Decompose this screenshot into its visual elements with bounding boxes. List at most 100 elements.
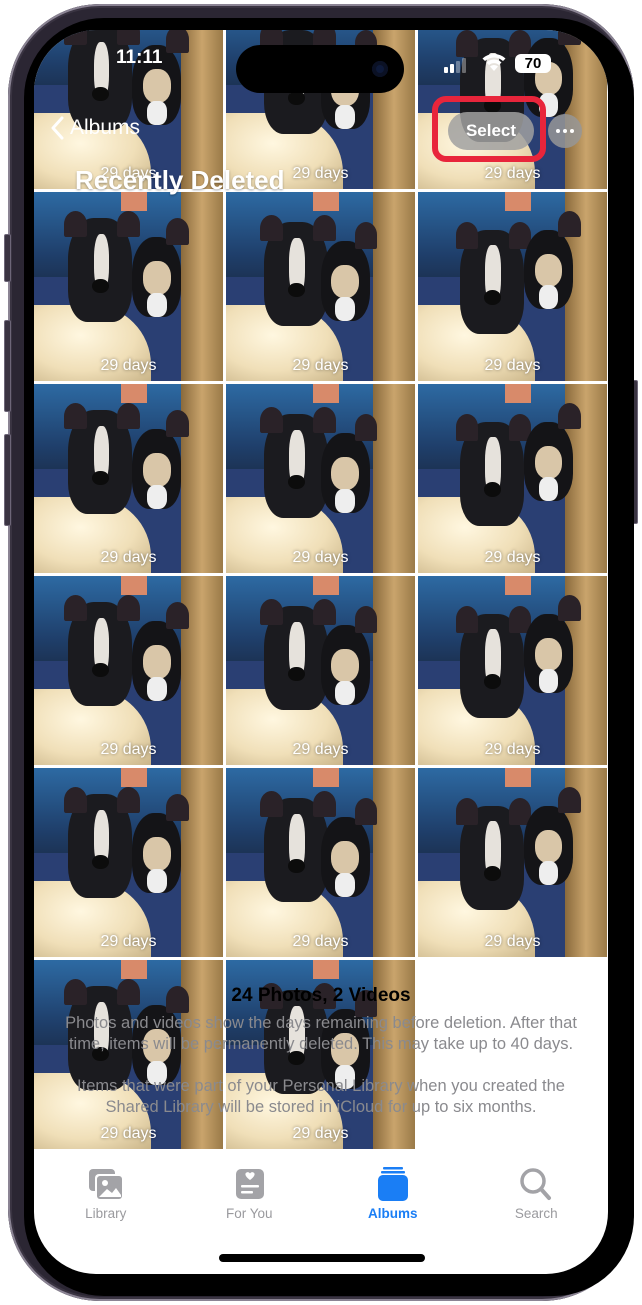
dog-ear	[117, 210, 140, 238]
photo-art	[504, 384, 532, 403]
dog-photo	[226, 576, 415, 765]
photo-tile[interactable]: 29 days	[418, 192, 607, 381]
dog-photo	[418, 384, 607, 573]
photo-post	[373, 576, 415, 765]
album-info: 24 Photos, 2 Videos Photos and videos sh…	[34, 985, 608, 1118]
dog-chest	[538, 285, 559, 310]
dog-ear	[455, 222, 479, 249]
dog-ear	[260, 214, 283, 242]
dog-ear	[260, 406, 283, 434]
photo-art	[504, 768, 532, 787]
photo-stack-icon	[88, 1169, 123, 1200]
photo-tile[interactable]: 29 days	[226, 576, 415, 765]
dog-ear	[312, 214, 336, 242]
chevron-left-icon	[51, 116, 64, 140]
photo-art	[312, 384, 340, 403]
photo-tile[interactable]: 29 days	[34, 384, 223, 573]
days-remaining: 29 days	[100, 357, 157, 374]
tab-label: Albums	[367, 1206, 418, 1221]
days-remaining: 29 days	[100, 741, 157, 758]
photo-tile[interactable]: 29 days	[418, 384, 607, 573]
photo-tile[interactable]: 29 days	[34, 576, 223, 765]
days-remaining: 29 days	[484, 549, 541, 566]
days-remaining: 29 days	[484, 741, 541, 758]
photo-tile[interactable]: 29 days	[418, 768, 607, 957]
back-label: Albums	[70, 116, 141, 139]
tab-bar: Library For You Albums Search	[34, 1166, 608, 1226]
dog-photo	[34, 768, 223, 957]
dog-chest	[538, 93, 559, 118]
camera-icon	[372, 61, 388, 77]
photo-art	[120, 768, 148, 787]
for-you-icon	[236, 1169, 265, 1199]
tab-search[interactable]: Search	[465, 1166, 609, 1226]
dog-ear	[557, 30, 581, 46]
dog-photo	[34, 192, 223, 381]
dog-ear	[64, 594, 87, 622]
photo-tile[interactable]: 29 days	[226, 768, 415, 957]
dog-ear	[117, 402, 140, 430]
dog-ear	[117, 594, 140, 622]
tab-label: Library	[85, 1206, 127, 1221]
dog-ear	[354, 414, 378, 441]
photo-post	[181, 384, 223, 573]
photo-post	[181, 768, 223, 957]
photo-art	[504, 576, 532, 595]
shared-library-info: Items that were part of your Personal Li…	[77, 1077, 565, 1116]
more-button[interactable]	[548, 114, 582, 148]
dog-ear	[557, 210, 581, 238]
dog-nose	[483, 866, 501, 881]
photo-dog	[132, 237, 182, 317]
ellipsis-icon	[556, 129, 560, 133]
dynamic-island	[236, 45, 404, 93]
photo-tile[interactable]: 29 days	[226, 384, 415, 573]
photo-tile[interactable]: 29 days	[418, 30, 607, 189]
days-remaining: 29 days	[484, 933, 541, 950]
photo-dog	[320, 817, 370, 897]
dog-face	[534, 445, 563, 479]
photo-dog	[523, 37, 573, 118]
photo-tile[interactable]: 29 days	[34, 192, 223, 381]
dog-ear	[64, 210, 87, 238]
dog-ear	[64, 30, 87, 46]
dog-chest	[147, 100, 167, 125]
tab-library[interactable]: Library	[34, 1166, 178, 1226]
dog-ear	[557, 786, 581, 814]
photo-dog	[132, 429, 182, 509]
status-time: 11:11	[116, 47, 163, 68]
dog-nose	[483, 290, 501, 305]
dog-photo	[418, 192, 607, 381]
dog-ear	[455, 30, 479, 57]
dog-ear	[117, 786, 140, 814]
photo-tile[interactable]: 29 days	[226, 192, 415, 381]
dog-chest	[538, 477, 559, 502]
days-remaining: 29 days	[484, 165, 541, 182]
dog-chest	[147, 484, 167, 509]
dog-nose	[483, 674, 501, 689]
days-remaining: 29 days	[292, 741, 349, 758]
tab-albums[interactable]: Albums	[321, 1166, 465, 1226]
dog-face	[143, 453, 171, 487]
tab-for-you[interactable]: For You	[178, 1166, 322, 1226]
photo-dog	[132, 621, 182, 701]
back-button[interactable]: Albums	[50, 116, 140, 140]
photo-art	[120, 576, 148, 595]
dog-chest	[335, 680, 355, 705]
photo-tile[interactable]: 29 days	[418, 576, 607, 765]
item-count: 24 Photos, 2 Videos	[231, 985, 411, 1006]
dog-face	[331, 264, 359, 299]
dog-nose	[288, 474, 305, 490]
dog-face	[143, 69, 171, 103]
dog-ear	[312, 790, 336, 818]
photo-post	[373, 192, 415, 381]
home-indicator[interactable]	[219, 1254, 425, 1262]
photo-dog	[523, 805, 573, 886]
dog-face	[331, 840, 359, 875]
photo-tile[interactable]: 29 days	[34, 768, 223, 957]
photo-art	[312, 960, 340, 979]
dog-photo	[34, 576, 223, 765]
dog-face	[143, 645, 171, 679]
select-button[interactable]: Select	[448, 112, 534, 150]
photo-art	[120, 384, 148, 403]
dog-ear	[455, 798, 479, 825]
